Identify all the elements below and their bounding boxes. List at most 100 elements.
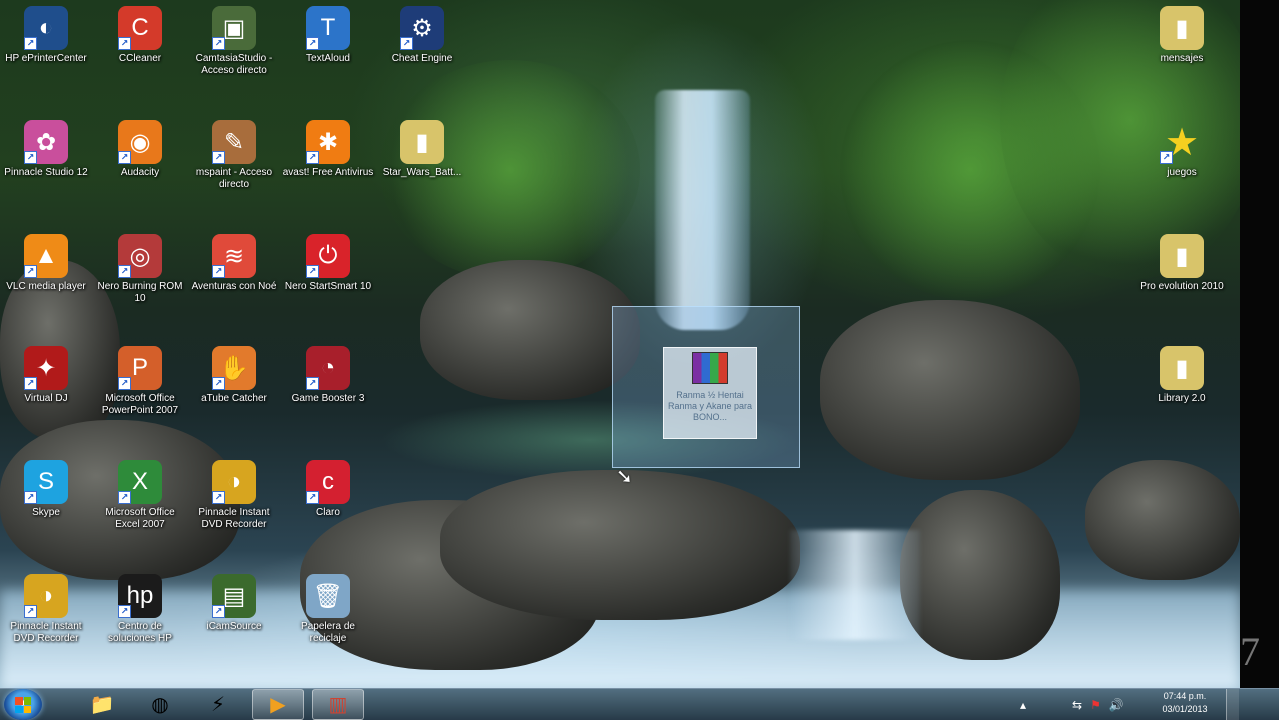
- windows-logo-icon: [15, 697, 31, 713]
- desktop-icon-pinnacle-dvd-recorder-2[interactable]: ◑ ↗ Pinnacle Instant DVD Recorder: [0, 574, 92, 645]
- desktop-icon-icamsource[interactable]: ▤ ↗ iCamSource: [188, 574, 280, 633]
- desktop-icon-label: avast! Free Antivirus: [282, 167, 374, 178]
- shortcut-arrow-icon: ↗: [24, 377, 37, 390]
- desktop-icon-label: HP ePrinterCenter: [5, 53, 87, 64]
- desktop-icon-pinnacle-studio[interactable]: ✿ ↗ Pinnacle Studio 12: [0, 120, 92, 179]
- juegos-shortcut-icon: ★ ↗: [1160, 120, 1204, 164]
- desktop-icon-textaloud[interactable]: T ↗ TextAloud: [282, 6, 374, 65]
- desktop-icon-audacity[interactable]: ◉ ↗ Audacity: [94, 120, 186, 179]
- shortcut-arrow-icon: ↗: [118, 491, 131, 504]
- desktop-icon-ccleaner[interactable]: C ↗ CCleaner: [94, 6, 186, 65]
- desktop-icon-mspaint[interactable]: ✎ ↗ mspaint - Acceso directo: [188, 120, 280, 191]
- dragged-file[interactable]: Ranma ½ Hentai Ranma y Akane para BONO..…: [663, 347, 757, 439]
- desktop-icon-camtasia-studio[interactable]: ▣ ↗ CamtasiaStudio - Acceso directo: [188, 6, 280, 77]
- desktop-icon-aventuras-con-noe[interactable]: ≋ ↗ Aventuras con Noé: [188, 234, 280, 293]
- shortcut-arrow-icon: ↗: [306, 151, 319, 164]
- shortcut-arrow-icon: ↗: [212, 377, 225, 390]
- shortcut-arrow-icon: ↗: [118, 605, 131, 618]
- desktop-icon-label: Microsoft Office Excel 2007: [105, 507, 175, 530]
- desktop-icon-label: Claro: [316, 507, 340, 518]
- folder-icon: 📁: [89, 694, 115, 716]
- network-icon[interactable]: ⇆: [1072, 698, 1082, 712]
- rock: [820, 300, 1080, 480]
- desktop-icon-label: Pinnacle Instant DVD Recorder: [10, 621, 82, 644]
- desktop-icon-label: Library 2.0: [1158, 393, 1206, 404]
- desktop-icon-vlc-media-player[interactable]: ▲ ↗ VLC media player: [0, 234, 92, 293]
- taskbar-media-player-button[interactable]: ▶: [252, 689, 304, 720]
- desktop-icon-label: mensajes: [1160, 53, 1204, 64]
- skype-icon: S ↗: [24, 460, 68, 504]
- screen-edge: [1240, 0, 1279, 688]
- camtasia-studio-icon: ▣ ↗: [212, 6, 256, 50]
- desktop-icon-library-folder[interactable]: ▮ Library 2.0: [1136, 346, 1228, 405]
- rock: [420, 260, 640, 400]
- atube-catcher-icon: ✋ ↗: [212, 346, 256, 390]
- desktop-icon-star-wars-folder[interactable]: ▮ Star_Wars_Batt...: [376, 120, 468, 179]
- winrar-icon: ▥: [328, 694, 348, 716]
- desktop-icon-label: Cheat Engine: [391, 53, 453, 64]
- taskbar-explorer-button[interactable]: 📁: [76, 689, 128, 720]
- desktop-icon-game-booster[interactable]: ◔ ↗ Game Booster 3: [282, 346, 374, 405]
- shortcut-arrow-icon: ↗: [24, 151, 37, 164]
- action-center-flag-icon[interactable]: ⚑: [1090, 698, 1101, 712]
- desktop-icon-hp-solution-center[interactable]: hp ↗ Centro de soluciones HP: [94, 574, 186, 645]
- shortcut-arrow-icon: ↗: [400, 37, 413, 50]
- shortcut-arrow-icon: ↗: [118, 377, 131, 390]
- taskbar-app-button[interactable]: ⚡: [192, 689, 244, 720]
- desktop-icon-atube-catcher[interactable]: ✋ ↗ aTube Catcher: [188, 346, 280, 405]
- desktop-icon-nero-burning-rom[interactable]: ◎ ↗ Nero Burning ROM 10: [94, 234, 186, 305]
- desktop-icon-pinnacle-dvd-recorder[interactable]: ◑ ↗ Pinnacle Instant DVD Recorder: [188, 460, 280, 531]
- desktop-icon-hp-eprintercenter[interactable]: ◐ ↗ HP ePrinterCenter: [0, 6, 92, 65]
- lightning-icon: ⚡: [210, 694, 226, 716]
- desktop-icon-label: Centro de soluciones HP: [108, 621, 172, 644]
- pinnacle-studio-icon: ✿ ↗: [24, 120, 68, 164]
- desktop-icon-label: VLC media player: [6, 281, 86, 292]
- desktop-icon-cheat-engine[interactable]: ⚙ ↗ Cheat Engine: [376, 6, 468, 65]
- audacity-icon: ◉ ↗: [118, 120, 162, 164]
- taskbar-winrar-button[interactable]: ▥: [312, 689, 364, 720]
- hp-eprintercenter-icon: ◐ ↗: [24, 6, 68, 50]
- show-hidden-icons-icon[interactable]: ▴: [1020, 698, 1026, 712]
- desktop-icon-excel-2007[interactable]: X ↗ Microsoft Office Excel 2007: [94, 460, 186, 531]
- desktop-icon-label: Virtual DJ: [24, 393, 68, 404]
- taskbar-clock[interactable]: 07:44 p.m. 03/01/2013: [1148, 690, 1222, 716]
- lower-cascade: [790, 530, 920, 640]
- desktop-icon-label: juegos: [1167, 167, 1197, 178]
- desktop-icon-avast-antivirus[interactable]: ✱ ↗ avast! Free Antivirus: [282, 120, 374, 179]
- shortcut-arrow-icon: ↗: [212, 605, 225, 618]
- desktop-icon-recycle-bin[interactable]: 🗑 Papelera de reciclaje: [282, 574, 374, 645]
- shortcut-arrow-icon: ↗: [24, 491, 37, 504]
- shortcut-arrow-icon: ↗: [212, 265, 225, 278]
- ccleaner-icon: C ↗: [118, 6, 162, 50]
- shortcut-arrow-icon: ↗: [118, 265, 131, 278]
- desktop-icon-pro-evolution-folder[interactable]: ▮ Pro evolution 2010: [1136, 234, 1228, 293]
- desktop-icon-label: Skype: [32, 507, 60, 518]
- desktop-icon-mensajes-folder[interactable]: ▮ mensajes: [1136, 6, 1228, 65]
- desktop-icon-skype[interactable]: S ↗ Skype: [0, 460, 92, 519]
- rock: [1085, 460, 1240, 580]
- show-desktop-button[interactable]: [1226, 689, 1239, 720]
- desktop-icon-virtual-dj[interactable]: ✦ ↗ Virtual DJ: [0, 346, 92, 405]
- volume-icon[interactable]: 🔊: [1109, 698, 1124, 712]
- desktop-icon-juegos-shortcut[interactable]: ★ ↗ juegos: [1136, 120, 1228, 179]
- desktop-icon-label: Nero StartSmart 10: [284, 281, 372, 292]
- virtual-dj-icon: ✦ ↗: [24, 346, 68, 390]
- desktop-icon-powerpoint-2007[interactable]: P ↗ Microsoft Office PowerPoint 2007: [94, 346, 186, 417]
- shortcut-arrow-icon: ↗: [118, 151, 131, 164]
- desktop-icon-label: aTube Catcher: [201, 393, 267, 404]
- desktop-icon-label: Pinnacle Studio 12: [4, 167, 88, 178]
- desktop-icon-nero-startsmart[interactable]: ⏻ ↗ Nero StartSmart 10: [282, 234, 374, 293]
- game-booster-icon: ◔ ↗: [306, 346, 350, 390]
- desktop-icon-claro[interactable]: c ↗ Claro: [282, 460, 374, 519]
- vlc-media-player-icon: ▲ ↗: [24, 234, 68, 278]
- shortcut-arrow-icon: ↗: [306, 265, 319, 278]
- shortcut-arrow-icon: ↗: [306, 491, 319, 504]
- rock: [900, 490, 1060, 660]
- pinnacle-dvd-recorder-icon: ◑ ↗: [212, 460, 256, 504]
- taskbar-chrome-button[interactable]: ◍: [134, 689, 186, 720]
- shortcut-arrow-icon: ↗: [24, 605, 37, 618]
- desktop-icon-label: TextAloud: [306, 53, 350, 64]
- pro-evolution-folder-icon: ▮: [1160, 234, 1204, 278]
- shortcut-arrow-icon: ↗: [118, 37, 131, 50]
- nero-startsmart-icon: ⏻ ↗: [306, 234, 350, 278]
